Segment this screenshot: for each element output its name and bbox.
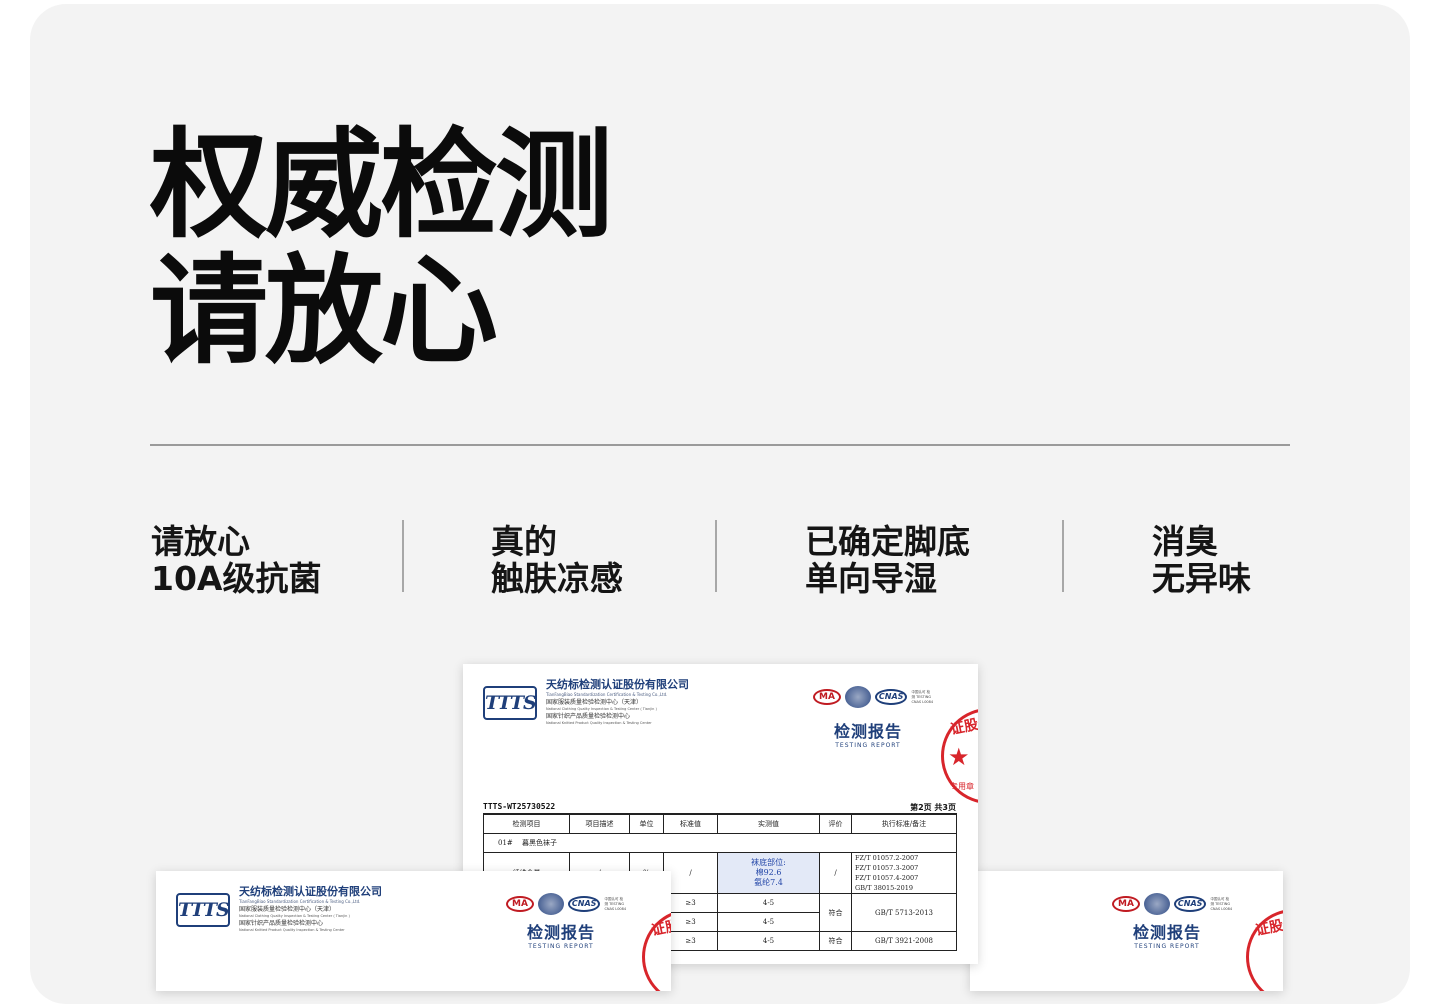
cnas-icon: CNAS [874,689,908,705]
report-title-cn: 检测报告 [833,722,902,741]
ilac-icon [1143,893,1170,915]
feature-line-1: 真的 [491,522,557,561]
table-cell-standard: FZ/T 01057.2-2007 FZ/T 01057.3-2007 FZ/T… [851,852,957,894]
headline-line-2: 请放心 [150,242,498,380]
feature-line-1: 请放心 [151,522,250,561]
ttts-logo-icon: TTTS [176,893,230,927]
official-seal-icon: 证股份 [1246,909,1283,991]
cma-icon: MA [1112,896,1140,912]
table-header-cell: 检测项目 [483,813,570,834]
feature-deodorant: 消臭 无异味 [1152,523,1251,597]
report-title-en: TESTING REPORT [528,943,594,950]
standard-line: FZ/T 01057.4-2007 [855,874,919,882]
cert-logos: MA CNAS 中国认可 检测 TESTING CNAS L0084 [813,686,933,708]
measured-line: 棉92.6 [755,868,782,877]
cnas-caption: 中国认可 检测 TESTING CNAS L0084 [604,896,627,911]
ilac-icon [844,686,871,708]
table-header-cell: 标准值 [663,813,718,834]
feature-line-2: 10A级抗菌 [151,559,322,598]
table-header-cell: 执行标准/备注 [851,813,957,834]
standard-line: GB/T 38015-2019 [855,884,913,892]
seal-text: 证股份 [949,713,978,739]
table-cell: / [819,852,852,894]
table-cell: 符合 [819,931,852,951]
table-header-cell: 实测值 [717,813,820,834]
table-cell: GB/T 3921-2008 [851,931,957,951]
standard-line: FZ/T 01057.2-2007 [855,854,919,862]
feature-line-2: 触肤凉感 [491,559,623,598]
table-header-row: 检测项目 项目描述 单位 标准值 实测值 评价 执行标准/备注 [483,813,957,834]
org-name-cn: 天纺标检测认证股份有限公司 [239,885,382,898]
table-header-cell: 单位 [629,813,664,834]
table-cell: / [663,852,718,894]
headline: 权威检测 请放心 [150,116,613,380]
divider-line [150,444,1290,446]
report-title: 检测报告 TESTING REPORT [1122,923,1212,951]
measured-line: 袜底部位: [751,858,786,867]
feature-antibacterial: 请放心 10A级抗菌 [151,523,321,597]
org-sub2-cn: 国家针织产品质量检验检测中心 [546,713,631,720]
org-name-cn: 天纺标检测认证股份有限公司 [546,678,689,691]
org-sub1-cn: 国家服装质量检验检测中心（天津） [239,906,336,913]
content-panel: 权威检测 请放心 请放心 10A级抗菌 真的 触肤凉感 已确定脚底 单向导湿 消… [30,4,1410,1004]
org-sub2-en: National Knitted Product Quality Inspect… [546,721,652,725]
standard-line: FZ/T 01057.3-2007 [855,864,919,872]
official-seal-icon: 证股份 [642,909,671,991]
report-title: 检测报告 TESTING REPORT [823,722,913,750]
feature-line-1: 消臭 [1152,522,1218,561]
ttts-logo-icon: TTTS [483,686,537,720]
headline-line-1: 权威检测 [150,116,613,254]
report-title-cn: 检测报告 [526,923,595,942]
report-title-cn: 检测报告 [1132,923,1201,942]
testing-report-left: TTTS 天纺标检测认证股份有限公司 TianFangBiao Standard… [156,871,671,991]
table-cell: ≥3 [663,912,718,932]
feature-divider [402,520,404,592]
table-cell: GB/T 5713-2013 [851,893,957,932]
cert-logos: MA CNAS 中国认可 检测 TESTING CNAS L0084 [506,893,626,915]
report-organization: 天纺标检测认证股份有限公司 TianFangBiao Standardizati… [239,885,382,933]
table-header-cell: 评价 [819,813,852,834]
cnas-icon: CNAS [1173,896,1207,912]
feature-moisture-wicking: 已确定脚底 单向导湿 [805,523,970,597]
report-page-number: 第2页 共3页 [910,803,956,812]
org-sub2-en: National Knitted Product Quality Inspect… [239,928,345,932]
org-sub1-cn: 国家服装质量检验检测中心（天津） [546,699,643,706]
table-cell-measured: 袜底部位: 棉92.6 氨纶7.4 [717,852,820,894]
table-cell: ≥3 [663,931,718,951]
seal-text: 证股份 [650,914,671,940]
org-sub2-cn: 国家针织产品质量检验检测中心 [239,920,324,927]
cnas-caption: 中国认可 检测 TESTING CNAS L0084 [1210,896,1233,911]
table-cell: 4-5 [717,931,820,951]
measured-line: 氨纶7.4 [754,878,783,887]
table-cell: 符合 [819,893,852,932]
cert-logos: MA CNAS 中国认可 检测 TESTING CNAS L0084 [1112,893,1232,915]
sample-cell: 01# 暮黑色袜子 [483,833,957,853]
report-title-en: TESTING REPORT [1134,943,1200,950]
seal-text: 证股份 [1254,914,1283,940]
table-row: 01# 暮黑色袜子 [483,833,957,853]
cnas-caption: 中国认可 检测 TESTING CNAS L0084 [911,689,934,704]
table-cell: ≥3 [663,893,718,913]
feature-line-2: 单向导湿 [805,559,937,598]
table-cell: 4-5 [717,912,820,932]
table-header-cell: 项目描述 [569,813,630,834]
feature-cooling: 真的 触肤凉感 [491,523,623,597]
seal-star: ★ [948,743,970,771]
cma-icon: MA [506,896,534,912]
seal-bottom-text: 专用章 [950,782,974,791]
report-title-en: TESTING REPORT [835,742,901,749]
feature-line-2: 无异味 [1152,559,1251,598]
official-seal-icon: 证股份 ★ 专用章 [941,708,978,804]
report-title: 检测报告 TESTING REPORT [516,923,606,951]
table-cell: 4-5 [717,893,820,913]
feature-divider [715,520,717,592]
report-organization: 天纺标检测认证股份有限公司 TianFangBiao Standardizati… [546,678,689,726]
ilac-icon [537,893,564,915]
testing-report-right: MA CNAS 中国认可 检测 TESTING CNAS L0084 检测报告 … [970,871,1283,991]
feature-line-1: 已确定脚底 [805,522,970,561]
cnas-icon: CNAS [567,896,601,912]
feature-divider [1062,520,1064,592]
cma-icon: MA [813,689,841,705]
report-number: TTTS-WT25730522 [483,802,556,811]
